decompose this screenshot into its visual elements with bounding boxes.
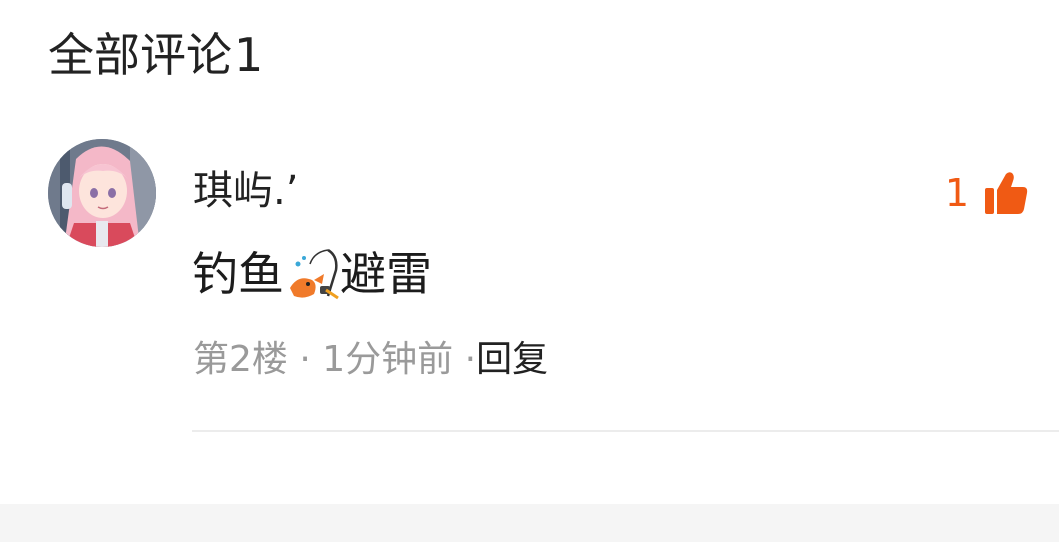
comment-text: 钓鱼 避雷 (192, 244, 432, 304)
comment-time: 1分钟前 (322, 339, 454, 380)
comment-meta: 第2楼 · 1分钟前 ·回复 (193, 337, 548, 383)
thumbs-up-icon (985, 172, 1028, 214)
fishing-rod-emoji-icon (290, 248, 339, 300)
footer-band (0, 504, 1059, 542)
like-count: 1 (944, 171, 969, 215)
comment-username[interactable]: 琪屿.’ (193, 167, 298, 215)
meta-separator-2: · (464, 339, 477, 380)
like-button[interactable]: 1 (945, 168, 1029, 218)
meta-separator: · (299, 339, 311, 380)
comment-item: 琪屿.’ 1 钓鱼 避雷 第2楼 · 1分钟前 ·回复 (0, 0, 1059, 500)
avatar[interactable] (48, 139, 156, 247)
divider (192, 430, 1059, 432)
comment-text-part2: 避雷 (340, 247, 432, 301)
floor-number: 第2楼 (193, 339, 288, 380)
comment-text-part1: 钓鱼 (192, 247, 284, 301)
reply-button[interactable]: 回复 (476, 339, 548, 380)
